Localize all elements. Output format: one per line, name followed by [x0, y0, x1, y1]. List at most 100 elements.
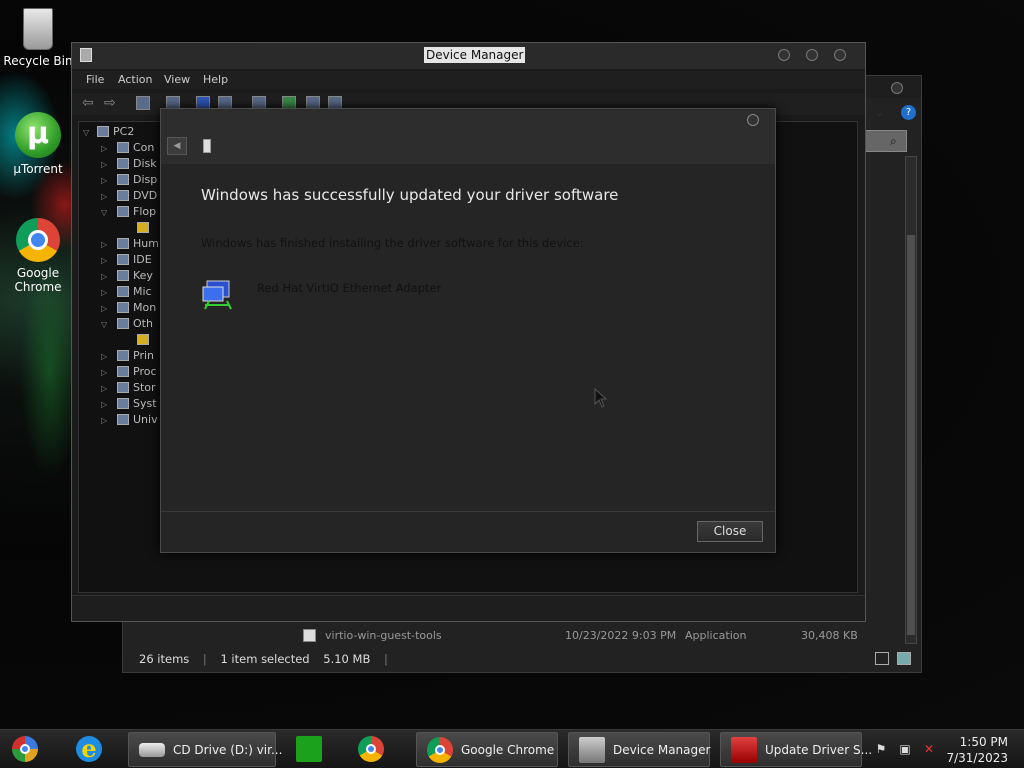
network-icon[interactable]: ▣: [898, 742, 912, 756]
chevron-down-icon[interactable]: ⌄: [875, 106, 884, 119]
tree-item[interactable]: Oth: [117, 317, 153, 330]
warning-icon: [137, 334, 149, 345]
device-icon: [117, 302, 129, 313]
menu-view[interactable]: View: [164, 73, 190, 86]
maximize-button[interactable]: [806, 49, 818, 61]
volume-muted-icon[interactable]: ✕: [922, 742, 936, 756]
tree-item[interactable]: IDE: [117, 253, 152, 266]
details-view-icon[interactable]: [875, 652, 889, 665]
tree-item[interactable]: Disk: [117, 157, 157, 170]
device-icon: [117, 270, 129, 281]
taskbar-item-cd-drive[interactable]: CD Drive (D:) vir...: [128, 732, 282, 767]
explorer-scrollbar[interactable]: [905, 156, 917, 644]
update-driver-dialog[interactable]: ◀ Windows has successfully updated your …: [160, 108, 776, 553]
update-driver-icon: [731, 737, 757, 763]
file-name: virtio-win-guest-tools: [325, 629, 442, 642]
device-icon: [117, 174, 129, 185]
file-row[interactable]: virtio-win-guest-tools 10/23/2022 9:03 P…: [303, 629, 873, 645]
file-date: 10/23/2022 9:03 PM: [565, 629, 677, 642]
explorer-minimize-button[interactable]: [891, 82, 903, 94]
device-icon: [117, 238, 129, 249]
tree-item[interactable]: Mic: [117, 285, 152, 298]
tree-item[interactable]: Key: [117, 269, 153, 282]
action-center-flag-icon[interactable]: ⚑: [874, 742, 888, 756]
help-icon[interactable]: ?: [901, 105, 916, 120]
tree-item[interactable]: Disp: [117, 173, 157, 186]
warning-icon: [137, 222, 149, 233]
back-arrow-icon[interactable]: ⇦: [82, 96, 96, 110]
desktop-icon-label: Google Chrome: [14, 266, 62, 294]
forward-arrow-icon[interactable]: ⇨: [104, 96, 118, 110]
close-window-button[interactable]: [834, 49, 846, 61]
back-button[interactable]: ◀: [167, 137, 187, 155]
dialog-close-button[interactable]: [747, 114, 759, 126]
tree-item[interactable]: Syst: [117, 397, 157, 410]
tree-root[interactable]: PC2: [97, 125, 134, 138]
dialog-header: ◀: [161, 109, 775, 164]
chrome-icon: [16, 218, 60, 262]
file-size: 30,408 KB: [801, 629, 858, 642]
menu-file[interactable]: File: [86, 73, 104, 86]
close-button[interactable]: Close: [697, 521, 763, 542]
status-selected: 1 item selected: [220, 652, 310, 666]
taskbar-chrome-pinned[interactable]: [348, 732, 392, 767]
store-icon: [296, 736, 322, 762]
tree-item[interactable]: DVD: [117, 189, 157, 202]
tree-item[interactable]: Mon: [117, 301, 156, 314]
device-icon: [117, 398, 129, 409]
application-icon: [303, 629, 316, 642]
tree-item-warning[interactable]: [137, 221, 153, 234]
device-manager-titlebar[interactable]: Device Manager: [72, 43, 865, 69]
window-title: Device Manager: [424, 47, 526, 63]
desktop-icon-google-chrome[interactable]: Google Chrome: [0, 218, 76, 294]
menu-bar: File Action View Help: [72, 71, 865, 89]
device-icon: [117, 142, 129, 153]
search-box[interactable]: ⌕: [863, 130, 907, 152]
start-orb-icon: [12, 736, 38, 762]
chrome-icon: [358, 736, 384, 762]
status-size: 5.10 MB: [323, 652, 371, 666]
device-icon: [117, 318, 129, 329]
dialog-footer: Close: [161, 511, 775, 553]
internet-explorer-icon: e: [76, 736, 102, 762]
chrome-icon: [427, 737, 453, 763]
tree-item[interactable]: Prin: [117, 349, 154, 362]
tree-item-warning[interactable]: [137, 333, 153, 346]
tree-item[interactable]: Flop: [117, 205, 156, 218]
utorrent-icon: µ: [15, 112, 61, 158]
taskbar-label: CD Drive (D:) vir...: [173, 743, 283, 757]
start-button[interactable]: [4, 732, 48, 767]
device-icon: [117, 350, 129, 361]
system-clock[interactable]: 1:50 PM 7/31/2023: [946, 734, 1008, 766]
large-icons-view-icon[interactable]: [897, 652, 911, 665]
tree-item[interactable]: Proc: [117, 365, 157, 378]
status-item-count: 26 items: [139, 652, 190, 666]
device-icon: [117, 366, 129, 377]
device-icon: [117, 254, 129, 265]
desktop-icon-recycle-bin[interactable]: Recycle Bin: [0, 8, 76, 68]
taskbar-item-device-manager[interactable]: Device Manager: [568, 732, 710, 767]
taskbar-item-update-driver[interactable]: Update Driver S...: [720, 732, 872, 767]
properties-icon[interactable]: [136, 96, 150, 110]
menu-help[interactable]: Help: [203, 73, 228, 86]
taskbar-item-google-chrome[interactable]: Google Chrome: [416, 732, 558, 767]
device-wizard-icon: [203, 139, 211, 153]
device-icon: [117, 190, 129, 201]
device-icon: [117, 382, 129, 393]
desktop-icon-utorrent[interactable]: µ µTorrent: [0, 112, 76, 176]
collapse-icon[interactable]: ▽: [83, 128, 89, 137]
tree-item[interactable]: Univ: [117, 413, 158, 426]
taskbar-ie[interactable]: e: [66, 732, 110, 767]
tree-item[interactable]: Con: [117, 141, 154, 154]
scrollbar-thumb[interactable]: [907, 235, 915, 635]
menu-action[interactable]: Action: [118, 73, 152, 86]
taskbar-store[interactable]: [286, 732, 330, 767]
clock-time: 1:50 PM: [959, 735, 1008, 749]
minimize-button[interactable]: [778, 49, 790, 61]
tree-item[interactable]: Hum: [117, 237, 159, 250]
device-icon: [117, 206, 129, 217]
tree-item[interactable]: Stor: [117, 381, 156, 394]
device-icon: [117, 414, 129, 425]
desktop-icon-label: Recycle Bin: [3, 54, 73, 68]
dialog-heading: Windows has successfully updated your dr…: [201, 186, 619, 204]
